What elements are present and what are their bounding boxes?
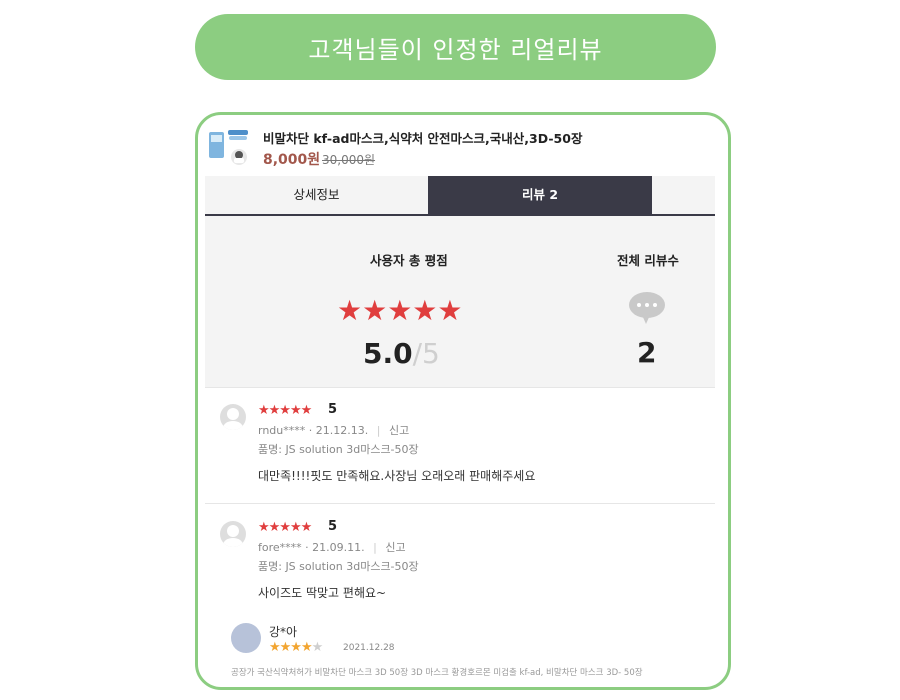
review-product-option: 품명: JS solution 3d마스크-50장 bbox=[258, 560, 419, 573]
review-text: 사이즈도 딱맞고 편해요~ bbox=[258, 586, 387, 600]
featured-review-stars: ★★★★★ bbox=[269, 640, 324, 655]
review-stars: ★★★★★ bbox=[258, 403, 312, 418]
review-card: 비말차단 kf-ad마스크,식약처 안전마스크,국내산,3D-50장 8,000… bbox=[195, 112, 731, 690]
review-item: ★★★★★ 5 rndu**** · 21.12.13. | 신고 품명: JS… bbox=[205, 387, 715, 504]
average-star-rating: ★★★★★ bbox=[337, 294, 463, 327]
stars-empty: ★ bbox=[311, 640, 324, 655]
review-user: fore**** bbox=[258, 541, 302, 554]
rating-summary: 사용자 총 평점 전체 리뷰수 ★★★★★ 5.0/5 2 bbox=[205, 216, 715, 388]
featured-review-product: 공장가 국산식약처허가 비말차단 마스크 3D 50장 3D 마스크 황경호르몬… bbox=[231, 668, 643, 678]
product-original-price: 30,000원 bbox=[322, 153, 376, 167]
reviewer-avatar bbox=[231, 623, 261, 653]
review-date: · 21.12.13. bbox=[308, 424, 369, 437]
review-meta: fore**** · 21.09.11. | 신고 bbox=[258, 539, 406, 555]
review-date: · 21.09.11. bbox=[305, 541, 365, 554]
mask-product-thumbnail bbox=[209, 130, 248, 165]
review-text: 대만족!!!!핏도 만족해요.사장님 오래오래 판매해주세요 bbox=[258, 469, 536, 483]
average-score: 5.0/5 bbox=[363, 337, 440, 370]
meta-divider: | bbox=[373, 541, 377, 554]
review-stars: ★★★★★ bbox=[258, 520, 312, 535]
featured-review: 강*아 ★★★★★ 2021.12.28 공장가 국산식약처허가 비말차단 마스… bbox=[205, 611, 715, 681]
review-banner: 고객님들이 인정한 리얼리뷰 bbox=[195, 14, 716, 80]
tab-reviews[interactable]: 리뷰 2 bbox=[428, 176, 652, 214]
meta-divider: | bbox=[376, 424, 381, 437]
review-user: rndu**** bbox=[258, 424, 306, 437]
review-meta: rndu**** · 21.12.13. | 신고 bbox=[258, 422, 409, 438]
report-link[interactable]: 신고 bbox=[389, 424, 409, 437]
tab-detail-info[interactable]: 상세정보 bbox=[205, 176, 428, 214]
report-link[interactable]: 신고 bbox=[385, 541, 405, 554]
review-rating: 5 bbox=[328, 402, 338, 417]
score-max: /5 bbox=[412, 337, 440, 370]
product-price: 8,000원 bbox=[263, 152, 321, 168]
review-product-option: 품명: JS solution 3d마스크-50장 bbox=[258, 443, 419, 456]
tab-bar: 상세정보 리뷰 2 bbox=[205, 176, 715, 216]
stars-filled: ★★★★ bbox=[269, 640, 313, 655]
total-rating-title: 사용자 총 평점 bbox=[370, 253, 448, 268]
user-avatar-icon bbox=[220, 521, 246, 547]
product-name[interactable]: 비말차단 kf-ad마스크,식약처 안전마스크,국내산,3D-50장 bbox=[263, 128, 582, 147]
review-count: 2 bbox=[637, 336, 657, 369]
product-summary[interactable]: 비말차단 kf-ad마스크,식약처 안전마스크,국내산,3D-50장 8,000… bbox=[208, 125, 718, 173]
user-avatar-icon bbox=[220, 404, 246, 430]
speech-bubble-icon bbox=[629, 292, 665, 324]
review-rating: 5 bbox=[328, 519, 338, 534]
featured-review-date: 2021.12.28 bbox=[343, 643, 395, 653]
reviewer-name: 강*아 bbox=[269, 625, 298, 639]
score-value: 5.0 bbox=[363, 337, 413, 370]
review-item: ★★★★★ 5 fore**** · 21.09.11. | 신고 품명: JS… bbox=[205, 504, 715, 604]
total-reviews-title: 전체 리뷰수 bbox=[617, 253, 679, 268]
